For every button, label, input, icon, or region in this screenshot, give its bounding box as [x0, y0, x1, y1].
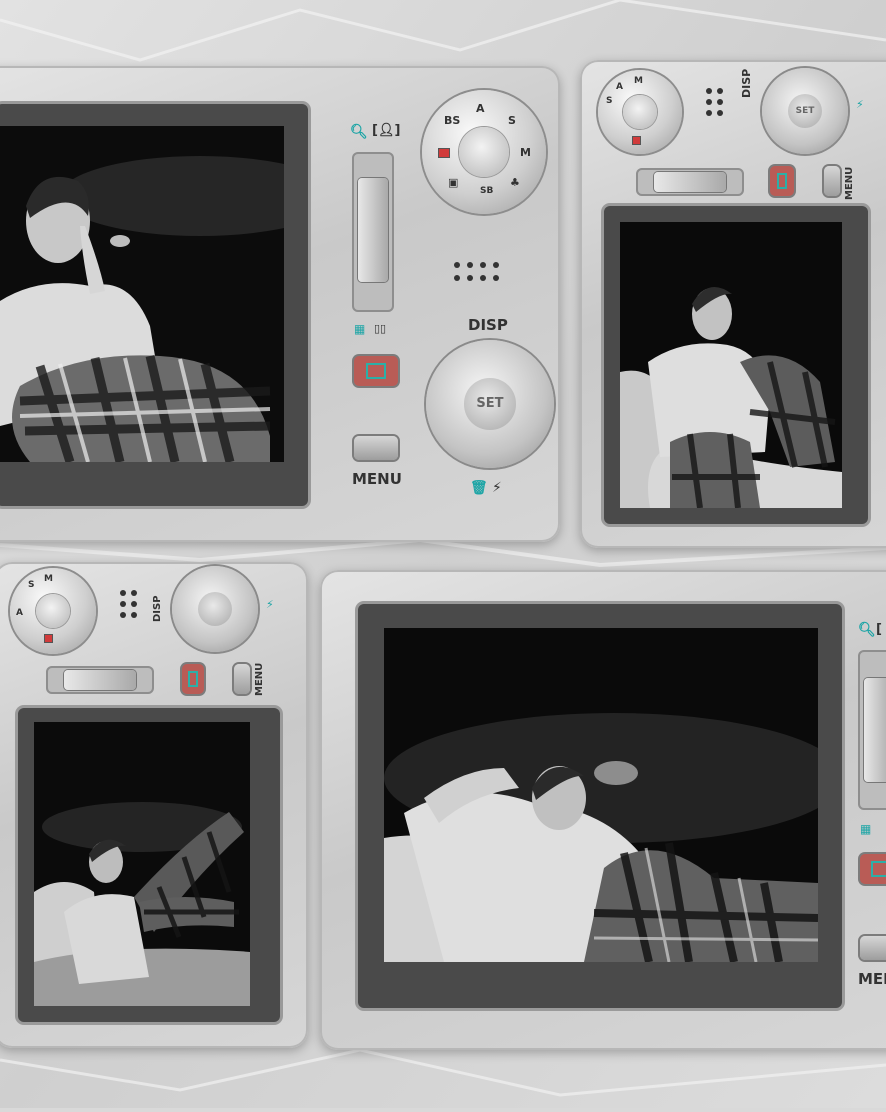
camera-4-menu-button[interactable] [860, 936, 886, 960]
dial-mode-sb: SB [480, 186, 494, 196]
dial-auto-mode-marker [438, 148, 450, 158]
trash-icon: 🗑︎ [470, 480, 488, 496]
camera-3-screen-photo [34, 722, 250, 1006]
camera-3-zoom-slider-knob[interactable] [64, 670, 136, 690]
scene-mode-icon: ▣ [448, 176, 459, 189]
flash-icon: ⚡︎ [856, 98, 864, 111]
camera-1-menu-label: MENU [352, 470, 402, 488]
camera-3-body: S M A DISP ⚡︎ MENU [0, 562, 308, 1048]
camera-3-play-button[interactable] [182, 664, 204, 694]
dial-mode-s: S [606, 96, 613, 106]
zoom-search-icon: 🔍︎ [858, 622, 876, 638]
grid-icon: ▦ [354, 322, 366, 336]
camera-1-disp-label: DISP [468, 316, 508, 334]
dial-mode-a: A [16, 608, 23, 618]
camera-1-speaker-grille [454, 262, 499, 281]
camera-4-zoom-slider[interactable] [858, 650, 886, 810]
portrait-icon: [ [876, 622, 882, 637]
camera-2-disp-label: DISP [740, 68, 753, 98]
camera-1-set-button[interactable]: SET [464, 378, 516, 430]
dial-mode-m: M [520, 146, 531, 159]
camera-2-mode-dial[interactable]: S A M [598, 70, 682, 154]
camera-4-menu-label: MEN [858, 970, 886, 988]
camera-4-screen-photo [384, 628, 818, 962]
camera-1-zoom-slider[interactable] [352, 152, 394, 312]
dial-auto-mode-marker [632, 136, 641, 145]
camera-3-mode-dial-hub [35, 593, 71, 629]
burst-icon: ▯▯ [374, 322, 387, 335]
dial-mode-s: S [508, 114, 516, 127]
camera-2-menu-label: MENU [844, 166, 855, 200]
grid-icon: ▦ [860, 822, 872, 836]
camera-2-screen-photo [620, 222, 842, 508]
camera-1-screen-photo [0, 126, 284, 462]
camera-2-zoom-slider-knob[interactable] [654, 172, 726, 192]
camera-1-zoom-slider-knob[interactable] [358, 178, 388, 282]
camera-4-body: 🔍︎ [ ▦ MEN [320, 570, 886, 1050]
camera-2-menu-button[interactable] [824, 166, 840, 196]
camera-2-speaker-grille [706, 88, 723, 116]
camera-3-mode-dial[interactable]: S M A [10, 568, 96, 654]
dial-mode-m: M [634, 76, 643, 86]
camera-3-disp-label: DISP [152, 595, 163, 622]
camera-1-play-button[interactable] [354, 356, 398, 386]
camera-1-menu-button[interactable] [354, 436, 398, 460]
camera-2-zoom-slider[interactable] [636, 168, 744, 196]
camera-3-dpad[interactable] [172, 566, 258, 652]
camera-2-play-button[interactable] [770, 166, 794, 196]
camera-2-set-button[interactable]: SET [787, 93, 823, 129]
camera-1-mode-dial[interactable]: BS A S M SB ▣ ♣ [422, 90, 546, 214]
camera-3-center-button[interactable] [197, 591, 233, 627]
camera-2-dpad[interactable]: SET [762, 68, 848, 154]
macro-flower-icon: ♣ [510, 176, 520, 189]
camera-2-body: S A M DISP SET ⚡︎ MENU [580, 60, 886, 548]
camera-1-mode-dial-hub [459, 127, 509, 177]
camera-2-mode-dial-hub [623, 95, 657, 129]
zoom-search-icon: 🔍︎ [350, 124, 368, 140]
dial-auto-mode-marker [44, 634, 53, 643]
camera-4-play-button[interactable] [860, 854, 886, 884]
camera-1-dpad[interactable]: SET [426, 340, 554, 468]
dial-mode-bs: BS [444, 114, 461, 127]
camera-1-body: 🔍︎ [👤︎] ▦ ▯▯ MENU BS A S M SB ▣ ♣ DISP S… [0, 66, 560, 542]
flash-icon: ⚡︎ [492, 480, 502, 496]
camera-3-zoom-slider[interactable] [46, 666, 154, 694]
dial-mode-a: A [476, 102, 485, 115]
flash-icon: ⚡︎ [266, 598, 274, 611]
camera-3-menu-button[interactable] [234, 664, 250, 694]
dial-mode-s: S [28, 580, 35, 590]
camera-3-menu-label: MENU [254, 662, 265, 696]
camera-4-zoom-slider-knob[interactable] [864, 678, 886, 782]
camera-3-speaker-grille [120, 590, 137, 618]
dial-mode-m: M [44, 574, 53, 584]
dial-mode-a: A [616, 82, 623, 92]
portrait-icon: [👤︎] [372, 123, 401, 138]
